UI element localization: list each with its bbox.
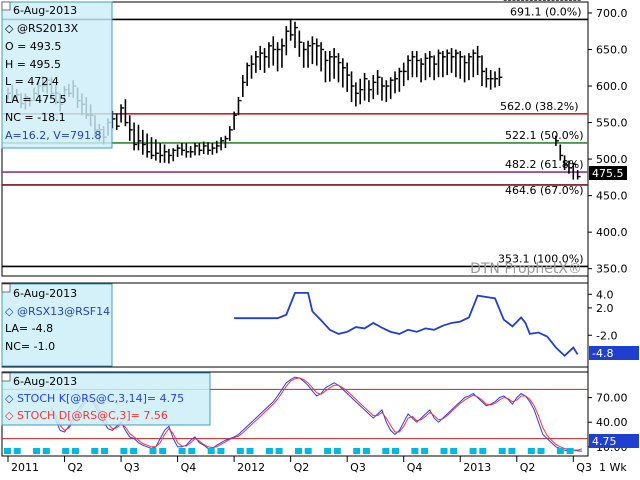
spread-last-value-box: -4.8: [589, 346, 639, 360]
timeframe-label[interactable]: 1 Wk: [599, 461, 627, 474]
cyan-strip-segment: [275, 448, 283, 454]
cyan-strip-segment: [411, 448, 419, 454]
spread-info-symbol: ◇ @RSX13@RSF14: [5, 305, 110, 318]
stoch-info-k: ◇ STOCH K[@RS@C,3,14]= 4.75: [5, 392, 184, 405]
cyan-strip-segment: [537, 448, 545, 454]
cyan-strip-segment: [566, 448, 574, 454]
price-info-netchange: NC = -18.1: [5, 111, 66, 124]
cyan-strip-segment: [527, 448, 535, 454]
stoch-info-date: 6-Aug-2013: [13, 375, 77, 388]
price-info-symbol: ◇ @RS2013X: [5, 22, 79, 35]
spread-ytick-label: -2.0: [596, 329, 617, 342]
cyan-strip-segment: [362, 448, 370, 454]
stoch-info-d: ◇ STOCH D[@RS@C,3]= 7.56: [5, 409, 168, 422]
xtick-label: Q2: [68, 461, 84, 474]
cyan-strip-segment: [304, 448, 312, 454]
cyan-strip-segment: [508, 448, 516, 454]
stoch-ytick-label: 40.00: [596, 416, 628, 429]
cyan-strip-segment: [159, 448, 167, 454]
price-info-volume: A=16.2, V=791.8: [5, 129, 101, 142]
price-ytick-label: 650.0: [596, 43, 628, 56]
price-ytick-label: 600.0: [596, 80, 628, 93]
cyan-strip-segment: [101, 448, 108, 454]
xtick-label: Q2: [520, 461, 536, 474]
cyan-strip-segment: [188, 448, 196, 454]
xtick-label: Q4: [407, 461, 423, 474]
cyan-strip-segment: [392, 448, 399, 454]
stoch-info-box: 6-Aug-2013 ◇ STOCH K[@RS@C,3,14]= 4.75 ◇…: [1, 372, 211, 426]
cyan-strip-segment: [178, 448, 186, 454]
price-last-value-box: 475.5: [589, 166, 627, 180]
cyan-strip-segment: [91, 448, 99, 454]
cyan-strip-segment: [4, 448, 11, 454]
cyan-strip-segment: [333, 448, 341, 454]
cyan-strip-segment: [498, 448, 506, 454]
xtick-label: Q4: [181, 461, 197, 474]
cyan-strip-segment: [265, 448, 273, 454]
cyan-strip-segment: [42, 448, 50, 454]
cyan-strip-segment: [556, 448, 564, 454]
cyan-strip-segment: [440, 448, 448, 454]
price-info-corner[interactable]: [1, 1, 11, 11]
fib-label: 522.1 (50.0%): [505, 129, 584, 142]
spread-last-value: -4.8: [592, 347, 613, 360]
xtick-label: Q2: [294, 461, 310, 474]
fib-label: 482.2 (61.8%): [505, 158, 584, 171]
spread-info-corner[interactable]: [1, 283, 11, 293]
cyan-strip-segment: [71, 448, 79, 454]
price-last-value: 475.5: [592, 167, 624, 180]
xtick-label: 2012: [237, 461, 265, 474]
spread-ytick-label: 2.0: [596, 302, 614, 315]
xtick-label: 2011: [11, 461, 39, 474]
cyan-strip-segment: [236, 448, 244, 454]
xtick-label: Q3: [124, 461, 140, 474]
cyan-strip-segment: [149, 448, 157, 454]
fib-label: 691.1 (0.0%): [510, 5, 582, 18]
stoch-last-value: 4.75: [592, 435, 617, 448]
cyan-strip-segment: [120, 448, 128, 454]
cyan-strip-segment: [479, 448, 487, 454]
cyan-strip-segment: [130, 448, 138, 454]
price-ytick-label: 400.0: [596, 226, 628, 239]
price-info-open: O = 493.5: [5, 40, 61, 53]
price-ytick-label: 350.0: [596, 263, 628, 276]
price-info-date: 6-Aug-2013: [13, 4, 77, 17]
price-info-box: 6-Aug-2013 ◇ @RS2013X O = 493.5 H = 495.…: [1, 1, 113, 149]
cyan-strip-segment: [469, 448, 477, 454]
xtick-label: 2013: [463, 461, 491, 474]
price-ytick-label: 450.0: [596, 190, 628, 203]
watermark: DTN ProphetX®: [470, 261, 582, 277]
cyan-strip-segment: [62, 448, 70, 454]
cyan-strip-segment: [217, 448, 225, 454]
cyan-strip-segment: [353, 448, 361, 454]
stoch-ytick-label: 70.00: [596, 392, 628, 405]
cyan-strip-segment: [13, 448, 21, 454]
cyan-strip-segment: [207, 448, 215, 454]
spread-info-box: 6-Aug-2013 ◇ @RSX13@RSF14 LA= -4.8 NC= -…: [1, 283, 113, 367]
spread-info-last: LA= -4.8: [5, 322, 53, 335]
fib-label: 562.0 (38.2%): [500, 100, 579, 113]
stoch-info-corner[interactable]: [1, 372, 11, 382]
cyan-strip-segment: [324, 448, 332, 454]
cyan-strip-segment: [421, 448, 429, 454]
cyan-strip-segment: [382, 448, 390, 454]
price-info-high: H = 495.5: [5, 58, 61, 71]
cyan-strip-segment: [246, 448, 254, 454]
price-ytick-label: 500.0: [596, 153, 628, 166]
price-info-low: L = 472.4: [5, 75, 59, 88]
price-ytick-label: 700.0: [596, 7, 628, 20]
price-ytick-label: 550.0: [596, 117, 628, 130]
cyan-strip-segment: [450, 448, 458, 454]
price-info-last: LA = 475.5: [5, 93, 67, 106]
cyan-strip-segment: [295, 448, 302, 454]
spread-info-date: 6-Aug-2013: [13, 287, 77, 300]
stoch-last-value-box: 4.75: [589, 434, 639, 448]
spread-ytick-label: 4.0: [596, 288, 614, 301]
xtick-label: Q3: [350, 461, 366, 474]
cyan-strip-segment: [33, 448, 41, 454]
chart-canvas: 691.1 (0.0%) 562.0 (38.2%) 522.1 (50.0%) 48…: [0, 0, 640, 480]
fib-label: 464.6 (67.0%): [505, 184, 584, 197]
xtick-label: Q3: [576, 461, 592, 474]
spread-info-netchange: NC= -1.0: [5, 340, 55, 353]
